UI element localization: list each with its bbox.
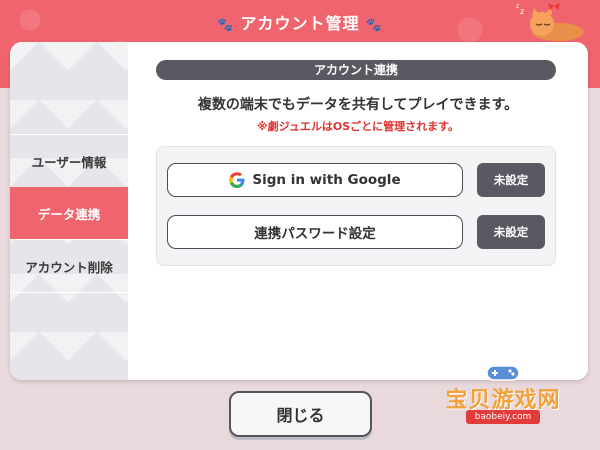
sidebar-item-label: ユーザー情報 xyxy=(31,154,107,170)
sidebar: ユーザー情報 データ連携 アカウント削除 xyxy=(10,42,128,380)
paw-icon: 🐾 xyxy=(217,18,235,33)
paw-icon: 🐾 xyxy=(365,18,383,33)
google-sign-in-button[interactable]: Sign in with Google xyxy=(167,163,463,197)
google-status-badge: 未設定 xyxy=(477,163,545,197)
sidebar-item-data-link[interactable]: データ連携 xyxy=(10,187,128,240)
section-title: アカウント連携 xyxy=(156,60,556,80)
sidebar-item-delete-account[interactable]: アカウント削除 xyxy=(10,240,128,293)
google-icon xyxy=(229,172,245,188)
link-options-card: Sign in with Google 未設定 連携パスワード設定 未設定 xyxy=(156,146,556,266)
account-panel: ユーザー情報 データ連携 アカウント削除 アカウント連携 複数の端末でもデータを… xyxy=(10,42,588,380)
description-text: 複数の端末でもデータを共有してプレイできます。 xyxy=(197,97,519,113)
note-text: ※劇ジュエルはOSごとに管理されます。 xyxy=(256,120,460,133)
password-status-badge: 未設定 xyxy=(477,215,545,249)
page-title-text: アカウント管理 xyxy=(240,14,360,33)
close-button-label: 閉じる xyxy=(276,406,325,425)
link-password-button[interactable]: 連携パスワード設定 xyxy=(167,215,463,249)
sidebar-item-user-info[interactable]: ユーザー情報 xyxy=(10,134,128,188)
svg-text:z: z xyxy=(520,7,524,16)
gamepad-icon xyxy=(486,365,520,381)
watermark: 宝贝游戏网 baobeiy.com xyxy=(438,360,568,430)
svg-text:z: z xyxy=(516,3,519,10)
password-button-label: 連携パスワード設定 xyxy=(254,226,376,242)
sidebar-item-label: アカウント削除 xyxy=(25,259,113,275)
sleeping-cat-mascot-icon: z z xyxy=(516,3,584,41)
close-button[interactable]: 閉じる xyxy=(229,391,372,437)
google-button-label: Sign in with Google xyxy=(252,172,401,188)
page-title: 🐾 アカウント管理 🐾 xyxy=(0,10,600,34)
sidebar-item-label: データ連携 xyxy=(37,206,101,222)
watermark-url: baobeiy.com xyxy=(466,410,540,424)
